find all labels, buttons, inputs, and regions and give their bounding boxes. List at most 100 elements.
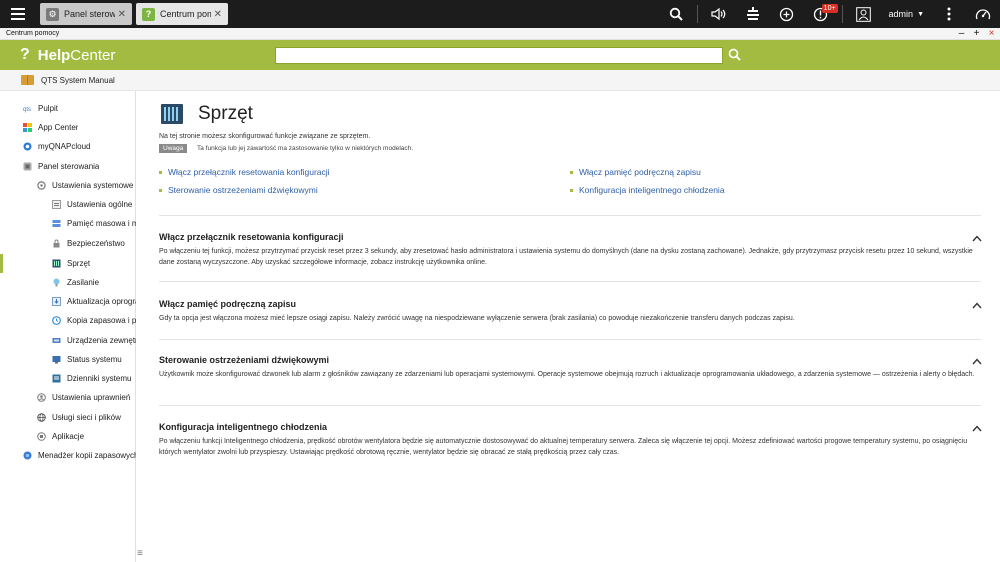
svg-text:qts: qts bbox=[23, 107, 31, 113]
sidebar-item-pulpit[interactable]: qts Pulpit bbox=[23, 99, 58, 118]
sidebar-item-panel-sterowania[interactable]: Panel sterowania bbox=[23, 157, 99, 176]
globe-icon bbox=[37, 413, 46, 422]
toc-link-write-cache[interactable]: Włącz pamięć podręczną zapisu bbox=[570, 167, 701, 177]
sidebar-item-ustawienia-ogolne[interactable]: Ustawienia ogólne bbox=[52, 195, 136, 214]
search-icon bbox=[728, 48, 741, 61]
more-options-button[interactable] bbox=[932, 0, 966, 28]
power-icon bbox=[52, 278, 61, 287]
background-tasks-button[interactable] bbox=[736, 0, 770, 28]
search-input[interactable] bbox=[275, 47, 723, 64]
tasks-icon bbox=[746, 7, 759, 20]
dashboard-icon bbox=[975, 9, 991, 20]
storage-icon bbox=[52, 219, 61, 228]
logo-bold-text: Help bbox=[37, 46, 71, 64]
user-avatar-button[interactable] bbox=[847, 0, 881, 28]
sidebar-item-dzienniki-systemu[interactable]: Dzienniki systemu bbox=[52, 369, 136, 388]
hardware-icon bbox=[161, 104, 183, 124]
note-text: Ta funkcja lub jej zawartość ma zastosow… bbox=[197, 145, 414, 152]
close-tab-icon[interactable]: ✕ bbox=[214, 9, 222, 20]
sidebar-item-ustawienia-systemowe[interactable]: Ustawienia systemowe bbox=[37, 176, 133, 195]
maximize-button[interactable]: + bbox=[972, 28, 981, 40]
tab-help-center[interactable]: ? Centrum pomocy ✕ bbox=[136, 3, 228, 25]
sidebar-item-kopia-zapasowa[interactable]: Kopia zapasowa i przywracanie bbox=[52, 311, 136, 330]
search-button[interactable] bbox=[728, 48, 744, 64]
search-button[interactable] bbox=[659, 0, 693, 28]
toc-link-smart-fan[interactable]: Konfiguracja inteligentnego chłodzenia bbox=[570, 185, 725, 195]
sidebar-item-label: Ustawienia uprawnień bbox=[52, 393, 131, 402]
backup-icon bbox=[52, 316, 61, 325]
sidebar-item-label: Panel sterowania bbox=[38, 162, 100, 171]
chevron-up-icon[interactable] bbox=[972, 301, 982, 309]
sidebar-item-label: Kopia zapasowa i przywracanie bbox=[67, 316, 136, 325]
gear-icon: ⚙ bbox=[46, 7, 59, 21]
backup-manager-icon bbox=[23, 451, 32, 460]
volume-button[interactable] bbox=[702, 0, 736, 28]
lock-icon bbox=[52, 239, 61, 248]
username: admin bbox=[888, 9, 914, 19]
section-title[interactable]: Sterowanie ostrzeżeniami dźwiękowymi bbox=[159, 355, 329, 365]
sidebar-item-menadzer-kopii[interactable]: Menadżer kopii zapasowych bbox=[23, 446, 136, 465]
section-title[interactable]: Włącz pamięć podręczną zapisu bbox=[159, 299, 296, 309]
sidebar-item-urzadzenia-zewnetrzne[interactable]: Urządzenia zewnętrzne bbox=[52, 331, 136, 350]
close-button[interactable]: × bbox=[987, 28, 996, 40]
more-vertical-icon bbox=[947, 7, 951, 21]
dashboard-button[interactable] bbox=[966, 0, 1000, 28]
sidebar-item-label: Ustawienia systemowe bbox=[52, 181, 134, 190]
chevron-up-icon[interactable] bbox=[972, 424, 982, 432]
sidebar-item-bezpieczenstwo[interactable]: Bezpieczeństwo bbox=[52, 234, 136, 253]
divider bbox=[696, 5, 698, 23]
hamburger-icon bbox=[11, 8, 25, 20]
page-title: Sprzęt bbox=[198, 103, 253, 124]
helpcenter-header: ? Help Center bbox=[0, 40, 1000, 70]
chevron-down-icon: ▼ bbox=[917, 10, 924, 18]
section-body: Po włączeniu funkcji Inteligentnego chło… bbox=[159, 438, 968, 456]
manual-label[interactable]: QTS System Manual bbox=[41, 76, 115, 85]
close-tab-icon[interactable]: ✕ bbox=[118, 9, 126, 20]
search-icon bbox=[669, 7, 683, 21]
chevron-up-icon[interactable] bbox=[972, 357, 982, 365]
tab-label: Panel sterowania bbox=[64, 9, 115, 19]
tab-control-panel[interactable]: ⚙ Panel sterowania ✕ bbox=[40, 3, 132, 25]
external-devices-button[interactable] bbox=[770, 0, 804, 28]
help-article: Sprzęt Na tej stronie możesz skonfigurow… bbox=[137, 91, 1000, 562]
chevron-up-icon[interactable] bbox=[972, 234, 982, 242]
sidebar-item-label: Sprzęt bbox=[67, 259, 91, 268]
note-badge: Uwaga bbox=[159, 144, 188, 153]
sidebar-item-aktualizacja[interactable]: Aktualizacja oprogramowania bbox=[52, 292, 136, 311]
notification-badge: 10+ bbox=[821, 4, 838, 13]
notifications-button[interactable]: 10+ bbox=[804, 0, 838, 28]
sidebar-item-ustawienia-uprawnien[interactable]: Ustawienia uprawnień bbox=[37, 388, 136, 407]
sidebar-navigation: qts Pulpit App Center myQNAPcloud Panel … bbox=[0, 91, 136, 562]
logs-icon bbox=[52, 374, 61, 383]
desktop-icon: qts bbox=[23, 104, 32, 113]
minimize-button[interactable]: – bbox=[957, 28, 966, 40]
sync-icon bbox=[779, 7, 794, 21]
sidebar-item-label: Ustawienia ogólne bbox=[67, 200, 133, 209]
sidebar-item-sprzet[interactable]: Sprzęt bbox=[52, 254, 136, 273]
sidebar-item-zasilanie[interactable]: Zasilanie bbox=[52, 273, 136, 292]
sidebar-item-pamiec-masowa[interactable]: Pamięć masowa i migawki bbox=[52, 214, 136, 233]
settings-icon bbox=[52, 200, 61, 209]
sidebar-item-uslugi-sieci[interactable]: Usługi sieci i plików bbox=[37, 408, 136, 427]
sidebar-item-aplikacje[interactable]: Aplikacje bbox=[37, 427, 136, 446]
speaker-icon bbox=[710, 7, 725, 21]
cloud-icon bbox=[23, 142, 32, 151]
sidebar-item-status-systemu[interactable]: Status systemu bbox=[52, 350, 136, 369]
hardware-icon bbox=[52, 259, 61, 268]
sidebar-item-label: Menadżer kopii zapasowych bbox=[38, 451, 136, 460]
sidebar-item-label: Dzienniki systemu bbox=[67, 374, 132, 383]
toc-link-reset[interactable]: Włącz przełącznik resetowania konfigurac… bbox=[159, 167, 330, 177]
help-icon: ? bbox=[142, 7, 155, 21]
window-titlebar: Centrum pomocy – + × bbox=[0, 28, 1000, 40]
main-menu-button[interactable] bbox=[0, 0, 36, 28]
section-title[interactable]: Konfiguracja inteligentnego chłodzenia bbox=[159, 422, 327, 432]
sidebar-item-label: Aktualizacja oprogramowania bbox=[67, 297, 136, 306]
logo-light-text: Center bbox=[70, 46, 116, 64]
user-menu[interactable]: admin ▼ bbox=[881, 9, 932, 19]
toc-link-beeper[interactable]: Sterowanie ostrzeżeniami dźwiękowymi bbox=[159, 185, 318, 195]
sidebar-item-app-center[interactable]: App Center bbox=[23, 118, 78, 137]
status-icon bbox=[52, 355, 61, 364]
section-body: Użytkownik może skonfigurować dzwonek lu… bbox=[159, 371, 975, 378]
section-title[interactable]: Włącz przełącznik resetowania konfigurac… bbox=[159, 232, 344, 242]
sidebar-item-myqnapcloud[interactable]: myQNAPcloud bbox=[23, 137, 90, 156]
